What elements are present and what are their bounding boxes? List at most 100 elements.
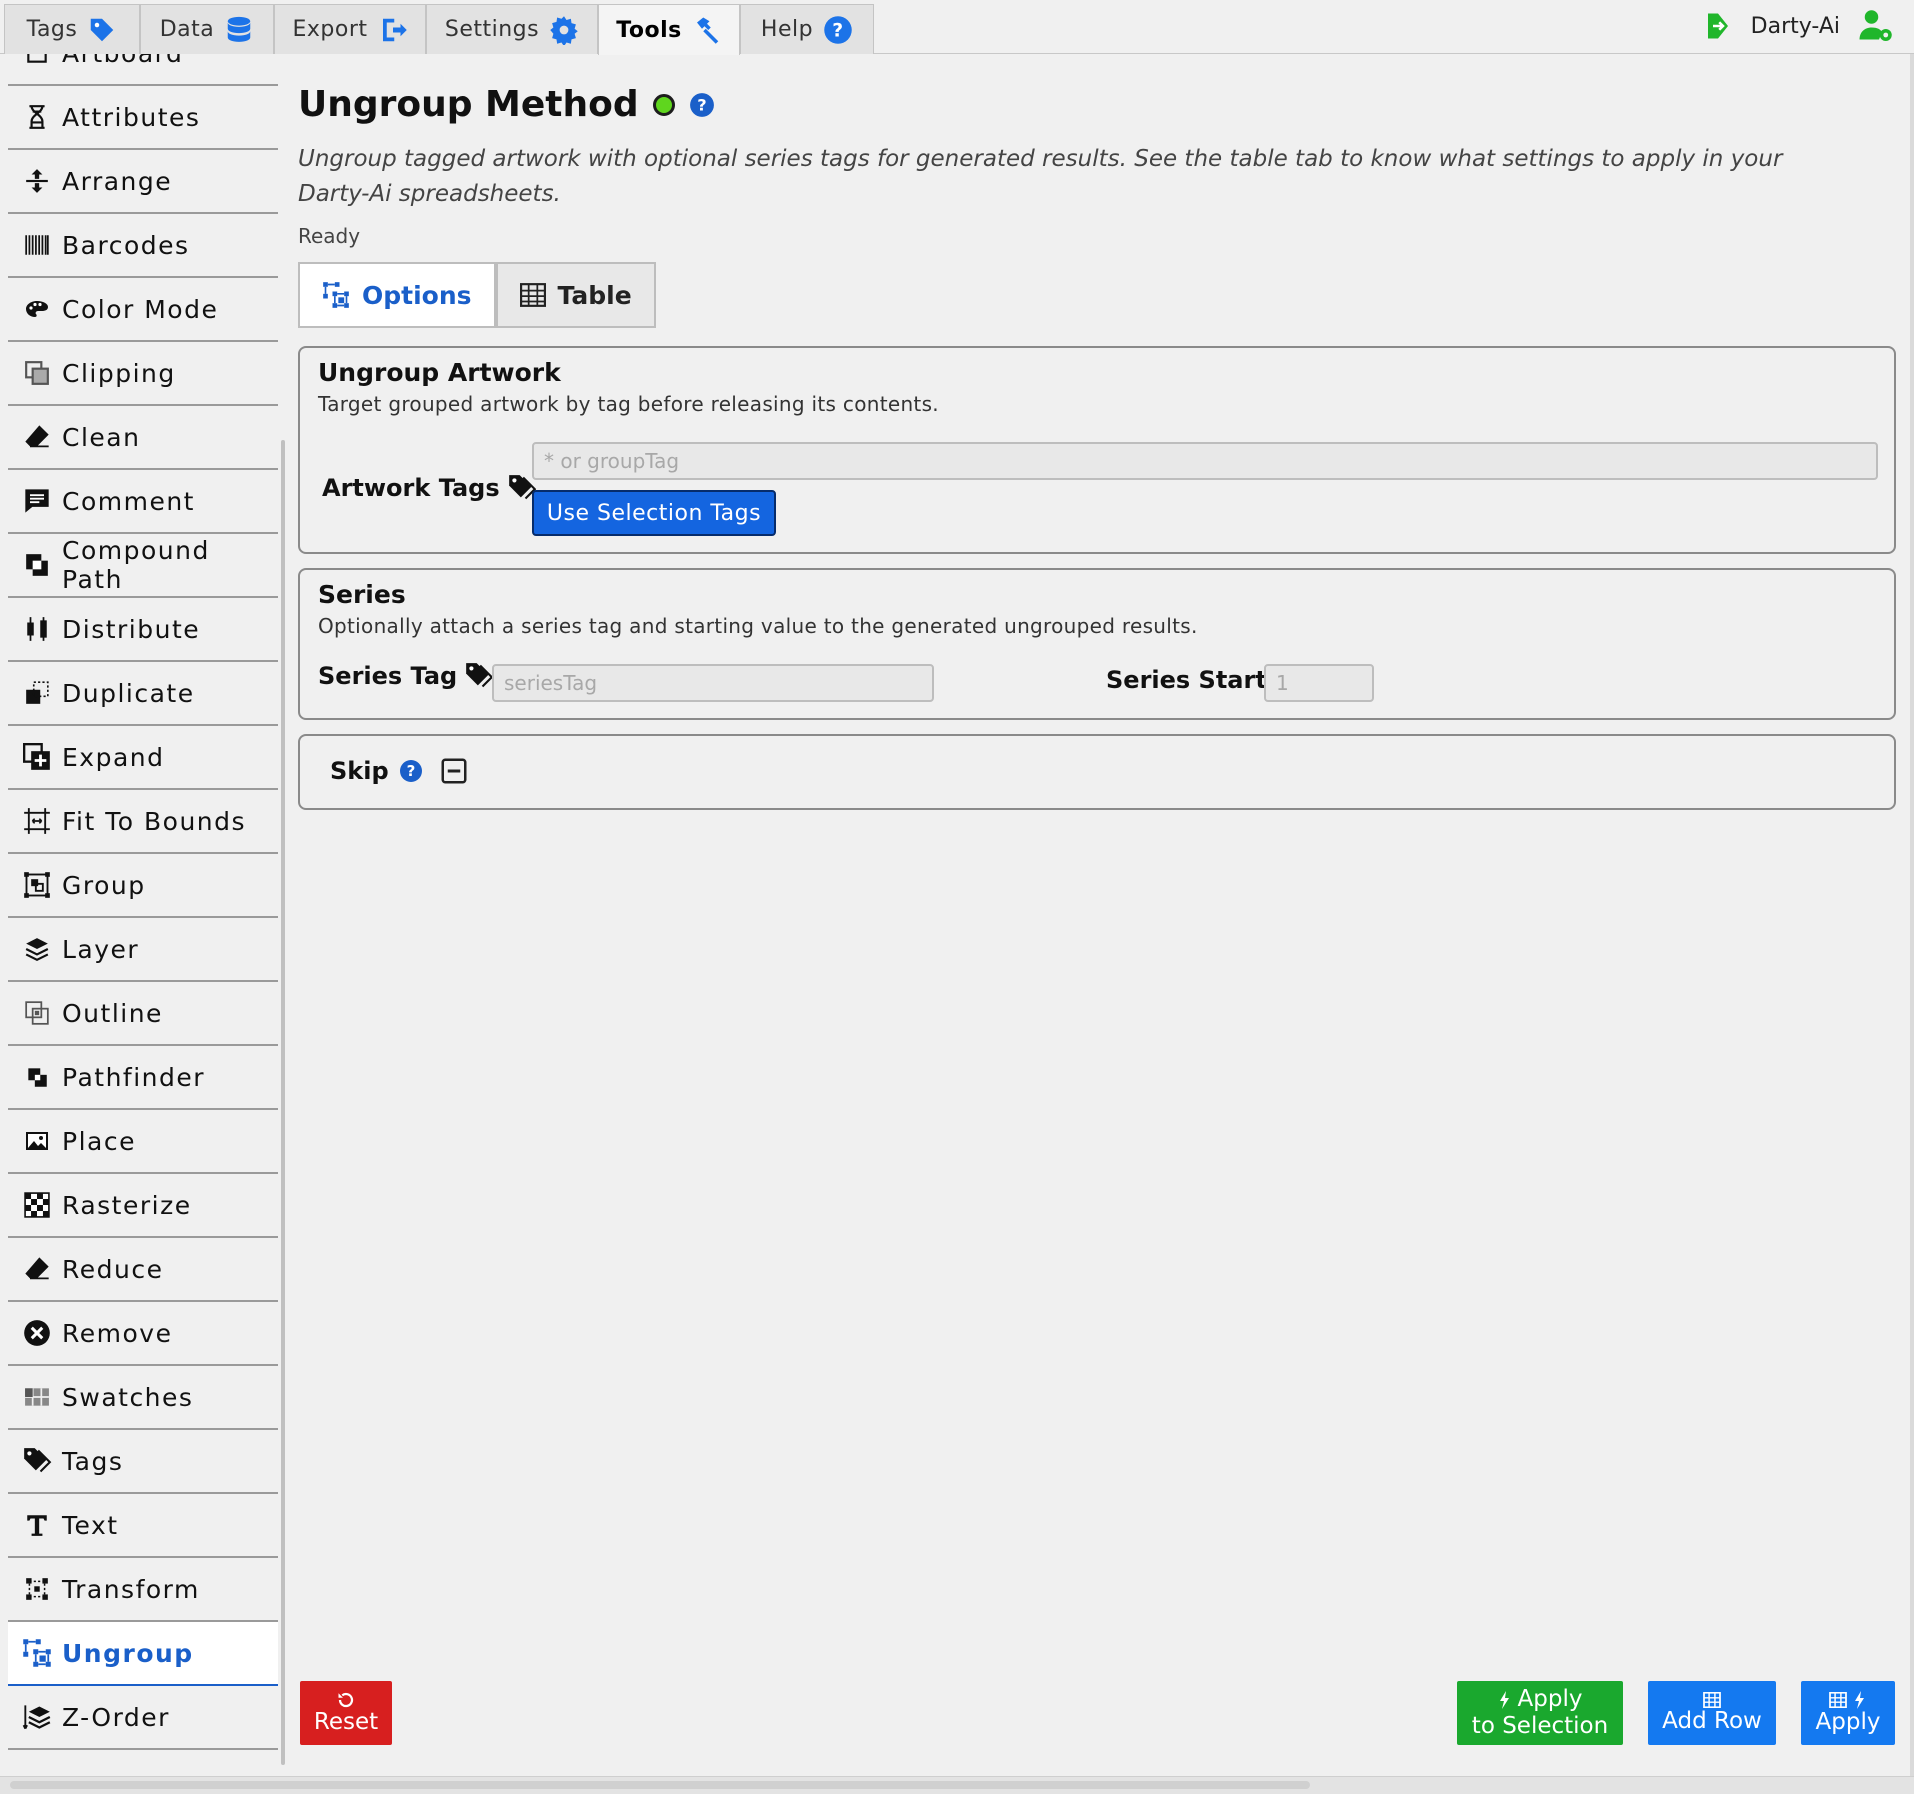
sidebar-item-text[interactable]: Text: [8, 1494, 278, 1558]
sidebar-item-transform[interactable]: Transform: [8, 1558, 278, 1622]
sidebar-item-place[interactable]: Place: [8, 1110, 278, 1174]
sidebar-item-arrange[interactable]: Arrange: [8, 150, 278, 214]
sidebar-item-z-order[interactable]: Z-Order: [8, 1686, 278, 1750]
sidebar-item-expand[interactable]: Expand: [8, 726, 278, 790]
apply-button[interactable]: Apply: [1801, 1681, 1895, 1745]
distribute-icon: [22, 614, 52, 644]
tab-label: Tools: [616, 17, 682, 43]
sidebar-item-color-mode[interactable]: Color Mode: [8, 278, 278, 342]
tab-help[interactable]: Help ?: [740, 4, 874, 54]
view-tabs: Options Table: [298, 262, 656, 328]
sidebar-item-duplicate[interactable]: Duplicate: [8, 662, 278, 726]
sidebar-item-barcodes[interactable]: Barcodes: [8, 214, 278, 278]
clipping-icon: [22, 358, 52, 388]
tab-label: Settings: [444, 17, 540, 42]
sidebar-item-fit-to-bounds[interactable]: Fit To Bounds: [8, 790, 278, 854]
pathfinder-icon: [22, 1062, 52, 1092]
apply-to-selection-button[interactable]: Apply to Selection: [1457, 1681, 1623, 1745]
user-settings-icon[interactable]: [1858, 8, 1894, 44]
ungroup-icon: [22, 1638, 52, 1668]
sidebar-item-label: Pathfinder: [62, 1062, 206, 1092]
sidebar-item-label: Remove: [62, 1318, 173, 1348]
sidebar-item-label: Clipping: [62, 358, 176, 388]
skip-panel: Skip ?: [298, 734, 1896, 810]
help-icon[interactable]: ?: [689, 92, 715, 118]
remove-icon: [22, 1318, 52, 1348]
add-row-button[interactable]: Add Row: [1648, 1681, 1776, 1745]
collapse-icon[interactable]: [439, 756, 469, 786]
page-title: Ungroup Method: [298, 84, 639, 125]
sidebar-item-clipping[interactable]: Clipping: [8, 342, 278, 406]
text-icon: [22, 1510, 52, 1540]
sidebar-item-attributes[interactable]: Attributes: [8, 86, 278, 150]
eraser-icon: [22, 422, 52, 452]
sidebar-item-artboard[interactable]: Artboard: [8, 54, 278, 86]
sidebar-item-reduce[interactable]: Reduce: [8, 1238, 278, 1302]
help-icon[interactable]: ?: [399, 759, 423, 783]
table-icon: [1703, 1691, 1721, 1708]
tags-icon: [22, 1446, 52, 1476]
artwork-tags-label: Artwork Tags: [322, 474, 536, 502]
window-edge: [1910, 54, 1914, 1776]
svg-text:?: ?: [406, 762, 415, 780]
compound-path-icon: [22, 550, 52, 580]
tab-options[interactable]: Options: [298, 262, 496, 328]
horizontal-scrollbar[interactable]: [0, 1776, 1914, 1794]
sidebar-item-label: Compound Path: [62, 536, 210, 594]
sidebar-item-label: Expand: [62, 742, 165, 772]
sidebar-item-label: Text: [62, 1510, 119, 1540]
reset-button[interactable]: Reset: [300, 1681, 392, 1745]
sidebar-item-label: Transform: [62, 1574, 200, 1604]
ungroup-artwork-panel: Ungroup Artwork Target grouped artwork b…: [298, 346, 1896, 554]
use-selection-tags-button[interactable]: Use Selection Tags: [532, 490, 776, 536]
sidebar-item-pathfinder[interactable]: Pathfinder: [8, 1046, 278, 1110]
button-label-line2: to Selection: [1471, 1713, 1609, 1739]
sidebar-item-label: Outline: [62, 998, 163, 1028]
sidebar-item-ungroup[interactable]: Ungroup: [8, 1622, 278, 1686]
sidebar-item-outline[interactable]: Outline: [8, 982, 278, 1046]
fit-bounds-icon: [22, 806, 52, 836]
checkerboard-icon: [22, 1190, 52, 1220]
skip-header: Skip ?: [330, 756, 469, 786]
tab-export[interactable]: Export: [274, 4, 426, 54]
sidebar-item-layer[interactable]: Layer: [8, 918, 278, 982]
sidebar-item-group[interactable]: Group: [8, 854, 278, 918]
transform-icon: [22, 1574, 52, 1604]
top-tab-bar: Tags Data Export Settings Tools Help ? D…: [0, 0, 1914, 55]
tab-data[interactable]: Data: [140, 4, 274, 54]
sidebar-item-label: Ungroup: [62, 1638, 194, 1668]
sidebar-item-label: Barcodes: [62, 230, 190, 260]
lightning-icon: [1499, 1690, 1509, 1709]
tab-tools[interactable]: Tools: [598, 4, 740, 55]
tab-label: Help: [760, 17, 814, 42]
button-label-text: Apply: [1517, 1686, 1583, 1712]
tab-tags[interactable]: Tags: [4, 4, 140, 54]
sidebar-item-remove[interactable]: Remove: [8, 1302, 278, 1366]
sidebar-item-clean[interactable]: Clean: [8, 406, 278, 470]
sidebar-item-comment[interactable]: Comment: [8, 470, 278, 534]
status-text: Ready: [298, 224, 361, 248]
sidebar-scrollbar[interactable]: [281, 440, 285, 1765]
tab-table[interactable]: Table: [495, 262, 656, 328]
sidebar-item-compound-path[interactable]: Compound Path: [8, 534, 278, 598]
tab-settings[interactable]: Settings: [426, 4, 598, 54]
series-tag-label: Series Tag: [318, 662, 494, 690]
eraser-icon: [22, 1254, 52, 1284]
sidebar-item-swatches[interactable]: Swatches: [8, 1366, 278, 1430]
scrollbar-thumb[interactable]: [10, 1781, 1310, 1789]
sidebar-item-label: Group: [62, 870, 146, 900]
field-label-text: Artwork Tags: [322, 474, 500, 502]
panel-description: Target grouped artwork by tag before rel…: [318, 392, 939, 416]
table-icon: [519, 283, 546, 307]
svg-text:?: ?: [697, 95, 706, 114]
sidebar-item-label: Distribute: [62, 614, 201, 644]
sidebar-item-distribute[interactable]: Distribute: [8, 598, 278, 662]
series-start-input[interactable]: [1264, 664, 1374, 702]
sidebar-item-rasterize[interactable]: Rasterize: [8, 1174, 278, 1238]
artwork-tags-input[interactable]: [532, 442, 1878, 480]
sidebar-item-tags[interactable]: Tags: [8, 1430, 278, 1494]
comment-icon: [22, 486, 52, 516]
sidebar-item-label: Z-Order: [62, 1702, 170, 1732]
series-tag-input[interactable]: [492, 664, 934, 702]
field-label-text: Series Start: [1106, 666, 1267, 694]
